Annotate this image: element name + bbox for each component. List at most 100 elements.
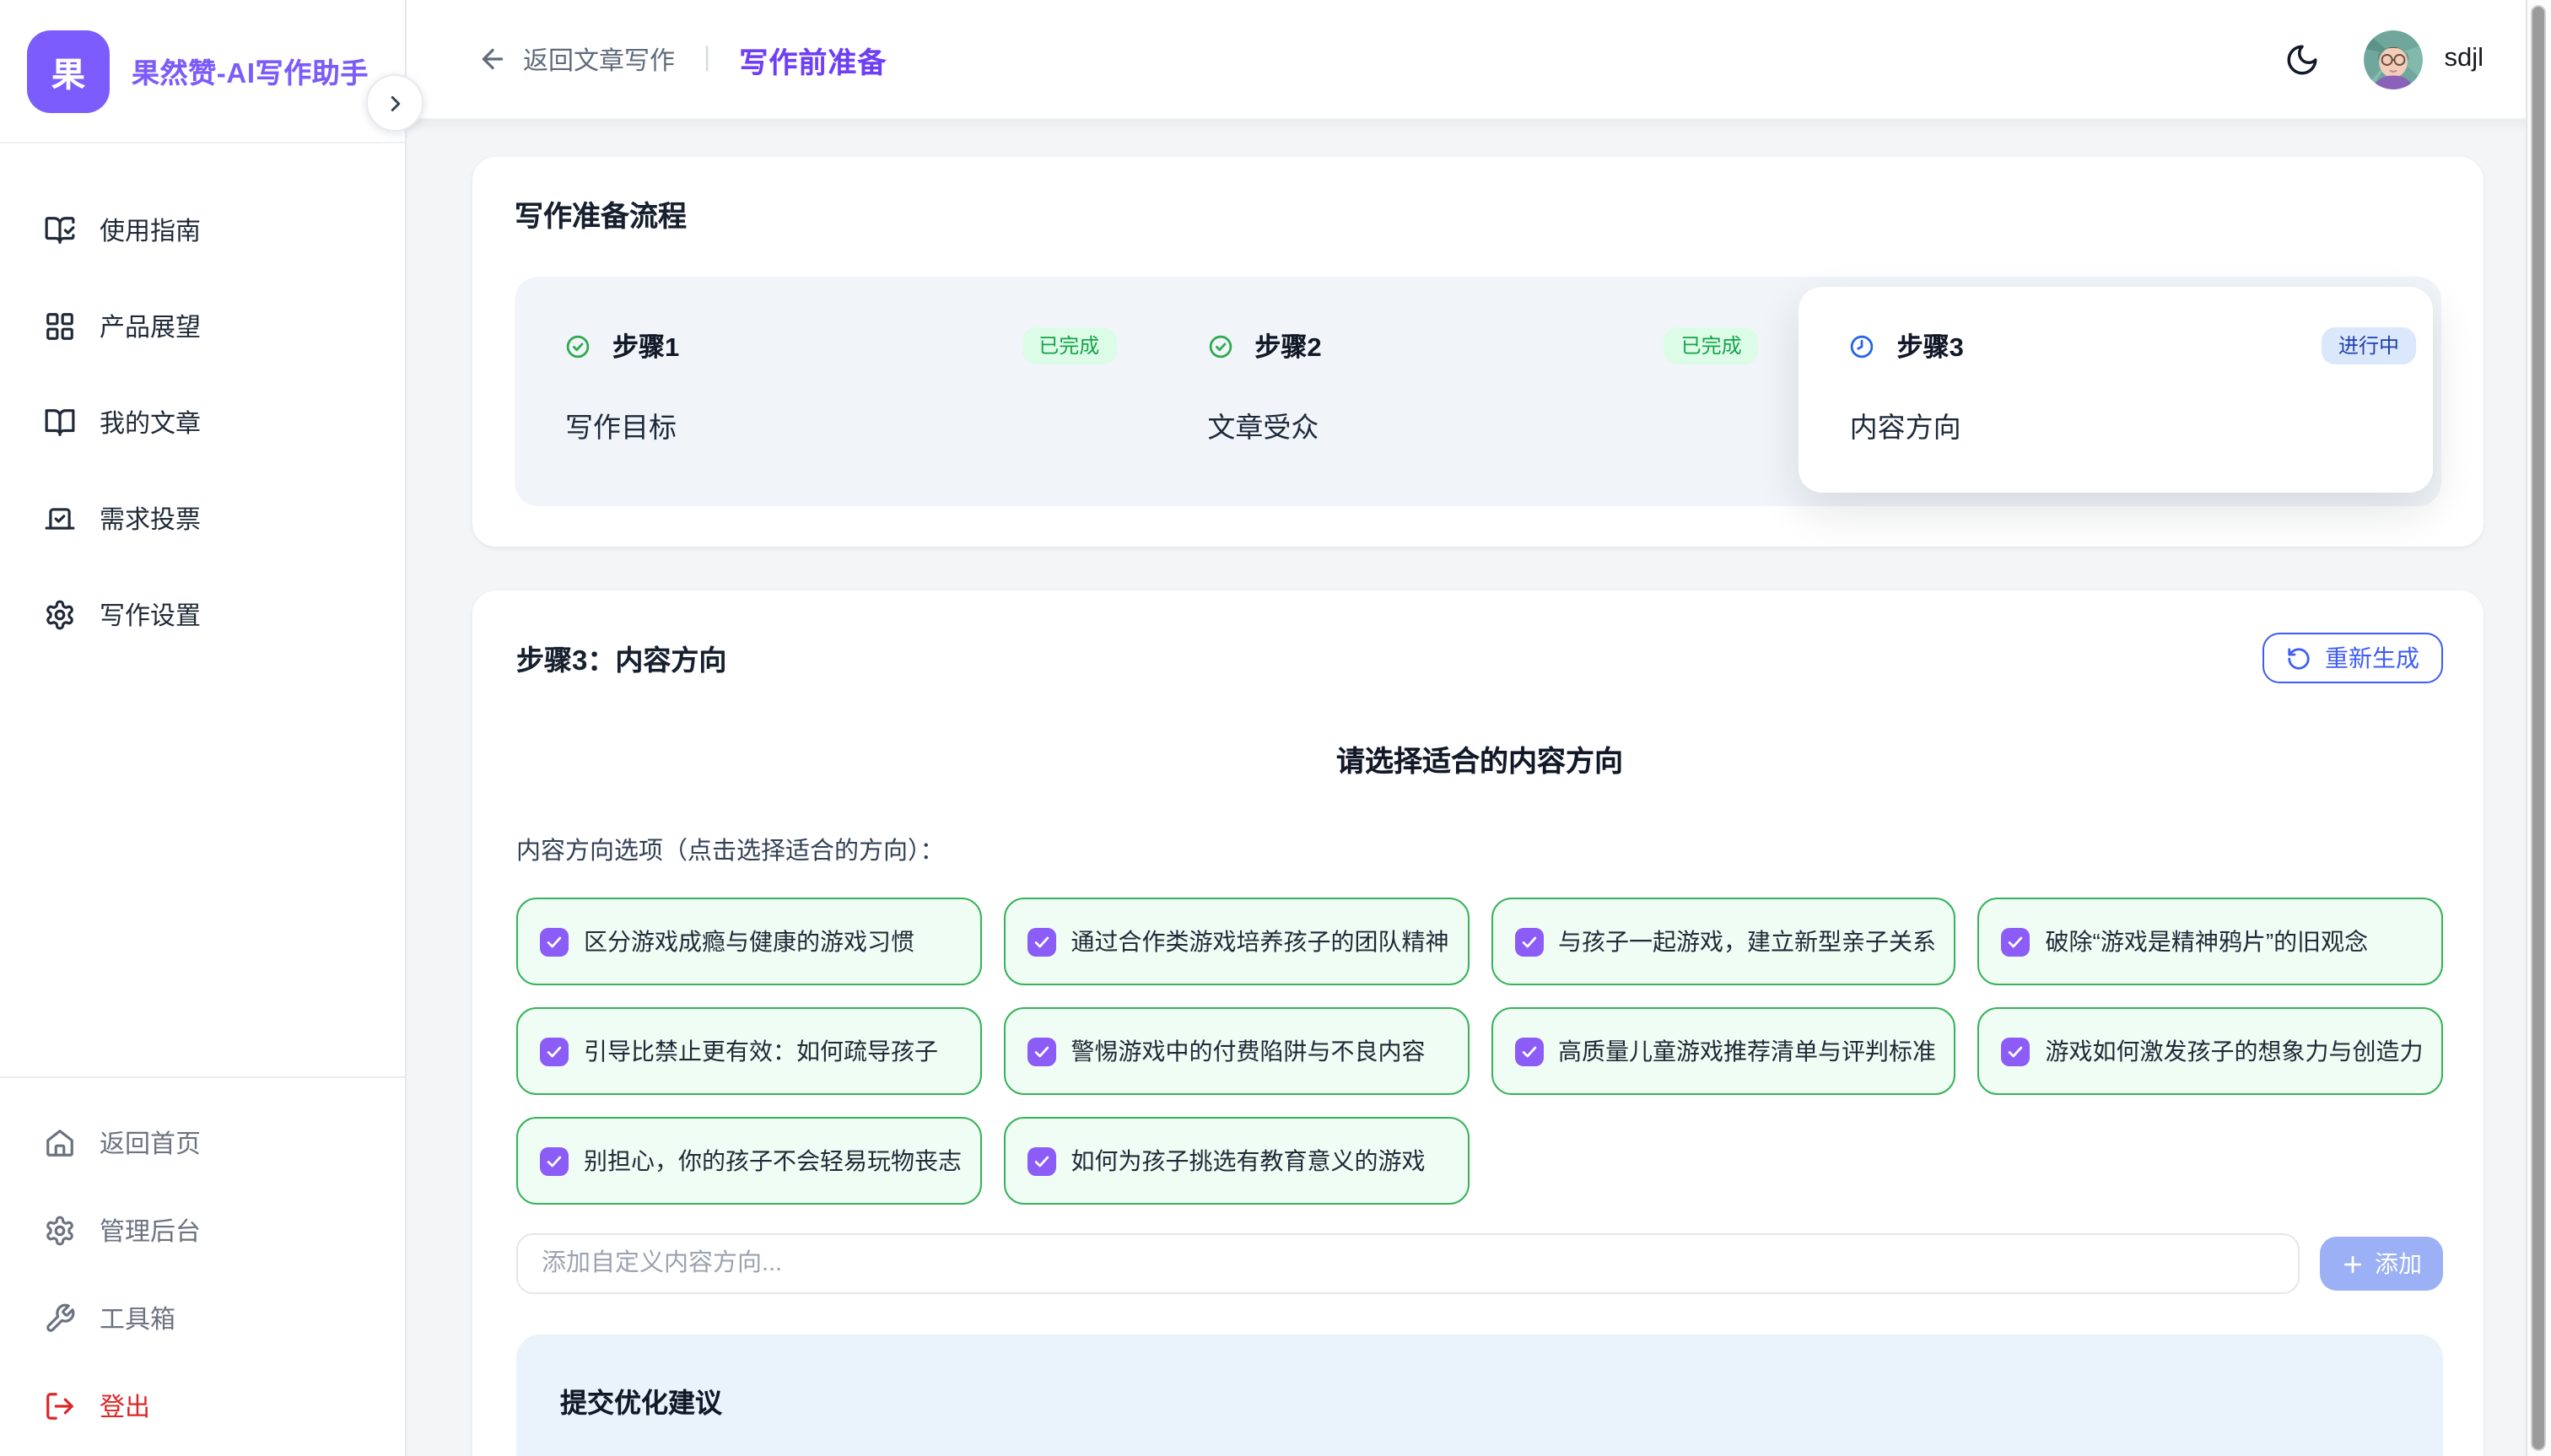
status-badge: 已完成 [1022,327,1116,364]
direction-option[interactable]: 如何为孩子挑选有教育意义的游戏 [1004,1117,1470,1205]
top-header: 返回文章写作 | 写作前准备 [407,0,2551,120]
header-actions: sdjl [2280,30,2484,89]
status-badge: 进行中 [2322,327,2416,364]
option-label: 通过合作类游戏培养孩子的团队精神 [1071,925,1449,958]
book-open-icon [44,407,76,439]
step-3[interactable]: 步骤3 进行中 内容方向 [1799,287,2433,493]
sidebar-item-product[interactable]: 产品展望 [0,278,405,375]
sidebar-item-vote[interactable]: 需求投票 [0,471,405,567]
step3-card: 步骤3：内容方向 重新生成 请选择适合的内容方向 内容方向选项（点击选择适合的方… [472,590,2484,1456]
option-label: 游戏如何激发孩子的想象力与创造力 [2046,1034,2424,1068]
regenerate-button[interactable]: 重新生成 [2262,633,2443,683]
home-icon [44,1126,76,1158]
sidebar: 果 果然赞-AI写作助手 使用指南 产品展望 我的文章 [0,0,407,1456]
direction-option[interactable]: 游戏如何激发孩子的想象力与创造力 [1978,1007,2444,1095]
step-label: 步骤1 [612,327,679,364]
vote-icon [44,503,76,535]
sidebar-item-label: 登出 [100,1388,150,1423]
checkbox-checked-icon[interactable] [1514,927,1543,956]
sidebar-item-label: 写作设置 [100,597,201,633]
feedback-panel: 提交优化建议 [516,1335,2443,1456]
wrench-icon [44,1302,76,1334]
moon-icon [2284,41,2320,77]
add-button-label: 添加 [2375,1247,2422,1281]
checkbox-checked-icon[interactable] [1027,1037,1056,1065]
option-label: 与孩子一起游戏，建立新型亲子关系 [1558,925,1936,958]
main-area: 返回文章写作 | 写作前准备 [407,0,2551,1456]
step-label: 步骤3 [1897,327,1964,364]
option-label: 如何为孩子挑选有教育意义的游戏 [1071,1144,1426,1178]
sidebar-item-guide[interactable]: 使用指南 [0,182,405,278]
sidebar-item-articles[interactable]: 我的文章 [0,375,405,471]
gear-icon [44,599,76,631]
steps-track: 步骤1 已完成 写作目标 步骤2 已完成 文章受众 [515,277,2441,506]
checkbox-checked-icon[interactable] [540,927,569,956]
content-scroll-area: 写作准备流程 步骤1 已完成 写作目标 [407,120,2527,1456]
sidebar-item-label: 使用指南 [100,213,201,248]
process-card: 写作准备流程 步骤1 已完成 写作目标 [472,157,2484,547]
sidebar-collapse-button[interactable] [366,74,423,132]
sidebar-item-admin[interactable]: 管理后台 [0,1186,405,1274]
app-logo: 果 [27,30,110,112]
checkbox-checked-icon[interactable] [540,1037,569,1065]
sidebar-nav: 使用指南 产品展望 我的文章 需求投票 [0,143,405,663]
checkbox-checked-icon[interactable] [1027,1146,1056,1175]
brand: 果 果然赞-AI写作助手 [0,0,405,143]
page-title: 写作前准备 [739,38,887,80]
sidebar-item-toolbox[interactable]: 工具箱 [0,1274,405,1362]
sidebar-item-label: 我的文章 [100,405,201,440]
gear-icon [44,1214,76,1246]
direction-option[interactable]: 与孩子一起游戏，建立新型亲子关系 [1491,898,1956,985]
checkbox-checked-icon[interactable] [1514,1037,1543,1065]
logout-icon [44,1389,76,1421]
breadcrumb-divider: | [704,44,710,74]
direction-option[interactable]: 通过合作类游戏培养孩子的团队精神 [1004,898,1470,985]
direction-option[interactable]: 高质量儿童游戏推荐清单与评判标准 [1491,1007,1956,1095]
page-scrollbar-thumb[interactable] [2531,5,2546,1451]
page-scrollbar-track[interactable] [2526,0,2551,1456]
username[interactable]: sdjl [2444,44,2484,74]
checkbox-checked-icon[interactable] [1027,927,1056,956]
rotate-ccw-icon [2286,645,2311,671]
option-label: 破除“游戏是精神鸦片”的旧观念 [2046,925,2369,958]
step3-card-title: 步骤3：内容方向 [516,638,726,678]
checkbox-checked-icon[interactable] [2002,1037,2031,1065]
back-to-writing-link[interactable]: 返回文章写作 [477,41,675,77]
layout-grid-icon [44,310,76,342]
step-1[interactable]: 步骤1 已完成 写作目标 [515,277,1157,506]
check-circle-icon [565,333,591,359]
step-name: 文章受众 [1207,405,1758,445]
sidebar-item-label: 产品展望 [100,309,201,344]
direction-option[interactable]: 破除“游戏是精神鸦片”的旧观念 [1978,898,2444,985]
direction-option[interactable]: 区分游戏成瘾与健康的游戏习惯 [516,898,982,985]
checkbox-checked-icon[interactable] [540,1146,569,1175]
step-2[interactable]: 步骤2 已完成 文章受众 [1157,277,1799,506]
arrow-left-icon [477,44,508,74]
logout-button[interactable]: 登出 [0,1362,405,1449]
direction-option[interactable]: 引导比禁止更有效：如何疏导孩子 [516,1007,982,1095]
app-root: 果 果然赞-AI写作助手 使用指南 产品展望 我的文章 [0,0,2551,1456]
sidebar-item-label: 工具箱 [100,1300,175,1335]
step-label: 步骤2 [1254,327,1321,364]
dark-mode-toggle[interactable] [2280,37,2324,81]
custom-direction-row: 添加 [516,1233,2443,1294]
direction-option[interactable]: 别担心，你的孩子不会轻易玩物丧志 [516,1117,982,1205]
checkbox-checked-icon[interactable] [2002,927,2031,956]
plus-icon [2341,1253,2363,1275]
clock-icon [1850,333,1875,359]
sidebar-item-settings[interactable]: 写作设置 [0,567,405,663]
sidebar-item-label: 返回首页 [100,1124,201,1160]
direction-option[interactable]: 警惕游戏中的付费陷阱与不良内容 [1004,1007,1470,1095]
sidebar-footer: 返回首页 管理后台 工具箱 登出 [0,1076,405,1456]
regenerate-label: 重新生成 [2325,641,2419,675]
sidebar-item-home[interactable]: 返回首页 [0,1098,405,1186]
custom-direction-input[interactable] [516,1233,2300,1294]
option-label: 引导比禁止更有效：如何疏导孩子 [584,1034,938,1068]
add-direction-button[interactable]: 添加 [2320,1237,2443,1291]
status-badge: 已完成 [1664,327,1759,364]
avatar[interactable] [2363,30,2422,89]
sidebar-item-label: 需求投票 [100,501,201,537]
option-label: 区分游戏成瘾与健康的游戏习惯 [584,925,914,958]
options-label: 内容方向选项（点击选择适合的方向）： [516,832,2443,867]
step-name: 写作目标 [565,405,1116,445]
